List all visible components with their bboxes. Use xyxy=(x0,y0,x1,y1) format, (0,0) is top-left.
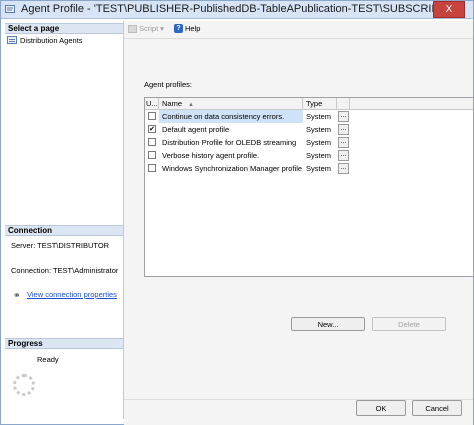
profile-type: System xyxy=(306,138,332,147)
column-use[interactable]: U... xyxy=(145,98,159,109)
sort-ascending-icon: ▲ xyxy=(188,102,194,108)
column-type[interactable]: Type xyxy=(303,98,337,109)
help-button[interactable]: ? Help xyxy=(174,24,200,33)
title-bar[interactable]: Agent Profile - 'TEST\PUBLISHER-Publishe… xyxy=(1,1,473,19)
table-row[interactable]: ✔ Default agent profile System... xyxy=(145,123,473,136)
profile-type: System xyxy=(306,164,332,173)
progress-header: Progress xyxy=(5,338,123,349)
help-label: Help xyxy=(185,24,201,33)
cancel-button[interactable]: Cancel xyxy=(412,400,462,416)
left-panel: Select a page Distribution Agents Connec… xyxy=(5,21,124,419)
app-icon xyxy=(5,5,15,13)
use-checkbox[interactable] xyxy=(148,112,156,120)
profile-details-button[interactable]: ... xyxy=(338,163,349,174)
agent-profiles-table: U... Name ▲ Type Continue on data consist… xyxy=(144,97,474,277)
profile-name: Continue on data consistency errors. xyxy=(159,110,303,123)
page-item-distribution-agents[interactable]: Distribution Agents xyxy=(7,35,83,45)
page-item-label: Distribution Agents xyxy=(20,35,83,45)
script-icon xyxy=(128,24,137,33)
column-name[interactable]: Name ▲ xyxy=(159,98,303,109)
table-row[interactable]: Distribution Profile for OLEDB streaming… xyxy=(145,136,473,149)
profile-type: System xyxy=(306,125,332,134)
profile-name: Windows Synchronization Manager profile xyxy=(162,164,303,173)
profile-details-button[interactable]: ... xyxy=(338,111,349,122)
profile-name: Default agent profile xyxy=(162,125,230,134)
page-icon xyxy=(7,36,17,44)
window-title: Agent Profile - 'TEST\PUBLISHER-Publishe… xyxy=(21,3,456,15)
help-icon: ? xyxy=(174,24,183,33)
profile-name: Distribution Profile for OLEDB streaming xyxy=(162,138,297,147)
table-header: U... Name ▲ Type xyxy=(145,98,473,110)
close-button[interactable]: X xyxy=(433,1,465,18)
use-checkbox[interactable]: ✔ xyxy=(148,125,156,133)
chevron-down-icon: ▾ xyxy=(160,24,164,33)
profile-details-button[interactable]: ... xyxy=(338,137,349,148)
column-name-label: Name xyxy=(162,99,183,108)
dialog-footer: OK Cancel xyxy=(124,399,473,425)
progress-spinner-icon xyxy=(13,374,35,396)
table-row[interactable]: Verbose history agent profile. System... xyxy=(145,149,473,162)
delete-button[interactable]: Delete xyxy=(372,317,446,331)
server-text: Server: TEST\DISTRIBUTOR xyxy=(11,241,110,250)
profile-type: System xyxy=(306,151,332,160)
connection-text: Connection: TEST\Administrator xyxy=(11,266,119,275)
script-button[interactable]: Script ▾ xyxy=(128,24,164,33)
connection-properties-icon: ⚭ xyxy=(13,290,21,300)
use-checkbox[interactable] xyxy=(148,164,156,172)
script-label: Script xyxy=(139,24,159,33)
connection-header: Connection xyxy=(5,225,123,236)
profile-details-button[interactable]: ... xyxy=(338,124,349,135)
table-row[interactable]: Windows Synchronization Manager profile S… xyxy=(145,162,473,175)
toolbar: Script ▾ ? Help xyxy=(124,21,473,39)
use-checkbox[interactable] xyxy=(148,151,156,159)
use-checkbox[interactable] xyxy=(148,138,156,146)
profile-name: Verbose history agent profile. xyxy=(162,151,260,160)
column-details xyxy=(337,98,350,109)
profile-details-button[interactable]: ... xyxy=(338,150,349,161)
new-button[interactable]: New... xyxy=(291,317,365,331)
progress-status: Ready xyxy=(37,355,59,364)
agent-profiles-label: Agent profiles: xyxy=(144,80,192,89)
profile-type: System xyxy=(306,112,332,121)
agent-profile-window: Agent Profile - 'TEST\PUBLISHER-Publishe… xyxy=(0,0,474,425)
ok-button[interactable]: OK xyxy=(356,400,406,416)
main-panel: Script ▾ ? Help Agent profiles: U... Nam… xyxy=(124,21,474,399)
select-page-header: Select a page xyxy=(5,23,123,34)
table-row[interactable]: Continue on data consistency errors. Syst… xyxy=(145,110,473,123)
view-connection-properties-link[interactable]: View connection properties xyxy=(27,290,117,299)
